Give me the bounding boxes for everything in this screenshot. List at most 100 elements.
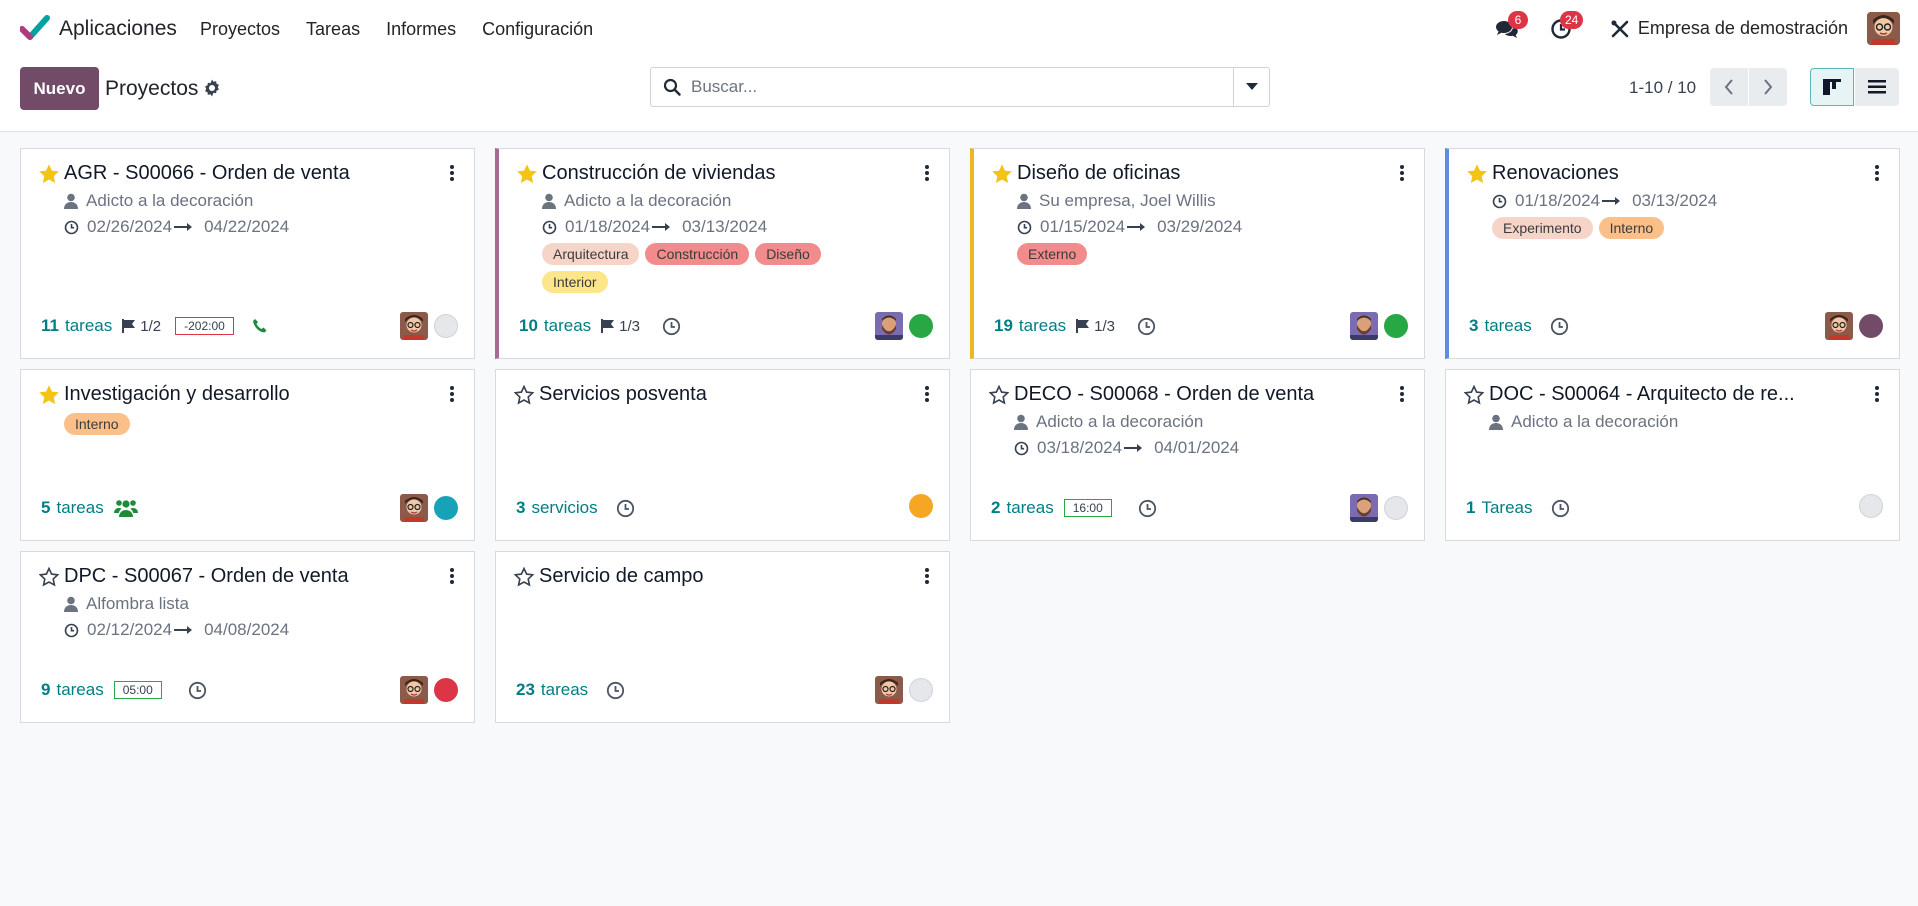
menu-item-proyectos[interactable]: Proyectos xyxy=(200,19,280,40)
favorite-star-icon[interactable] xyxy=(989,385,1009,405)
card-menu-icon[interactable] xyxy=(923,567,931,585)
milestone-progress[interactable]: 1/3 xyxy=(1076,318,1115,335)
card-menu-icon[interactable] xyxy=(923,385,931,403)
favorite-star-icon[interactable] xyxy=(1467,164,1487,184)
followers-group-icon[interactable] xyxy=(113,498,138,518)
card-menu-icon[interactable] xyxy=(1398,385,1406,403)
project-status-dot[interactable] xyxy=(434,314,458,338)
assignee-avatar[interactable] xyxy=(400,676,428,704)
project-title[interactable]: DECO - S00068 - Orden de venta xyxy=(1014,383,1314,406)
project-card[interactable]: Construcción de viviendas Adicto a la dec… xyxy=(495,148,950,359)
assignee-avatar[interactable] xyxy=(400,494,428,522)
card-menu-icon[interactable] xyxy=(1873,164,1881,182)
pager-value[interactable]: 1-10 / 10 xyxy=(1629,78,1696,98)
assignee-avatar[interactable] xyxy=(1350,494,1378,522)
project-status-dot[interactable] xyxy=(1384,314,1408,338)
project-card[interactable]: DECO - S00068 - Orden de venta Adicto a l… xyxy=(970,369,1425,541)
task-count[interactable]: 9 xyxy=(41,680,50,700)
menu-item-configuracion[interactable]: Configuración xyxy=(482,19,593,40)
card-menu-icon[interactable] xyxy=(1873,385,1881,403)
milestone-progress[interactable]: 1/2 xyxy=(122,318,161,335)
activity-clock-icon[interactable] xyxy=(662,317,681,336)
project-status-dot[interactable] xyxy=(909,678,933,702)
activity-clock-icon[interactable] xyxy=(1551,499,1570,518)
kanban-view-button[interactable] xyxy=(1810,68,1854,106)
task-count[interactable]: 3 xyxy=(516,498,525,518)
favorite-star-icon[interactable] xyxy=(517,164,537,184)
project-title[interactable]: Renovaciones xyxy=(1492,162,1619,185)
project-card[interactable]: DOC - S00064 - Arquitecto de re... Adicto… xyxy=(1445,369,1900,541)
task-count-label[interactable]: tareas xyxy=(56,680,103,700)
task-count[interactable]: 19 xyxy=(994,316,1013,336)
card-menu-icon[interactable] xyxy=(448,164,456,182)
favorite-star-icon[interactable] xyxy=(514,385,534,405)
task-count[interactable]: 10 xyxy=(519,316,538,336)
project-title[interactable]: DPC - S00067 - Orden de venta xyxy=(64,565,349,588)
task-count-label[interactable]: Tareas xyxy=(1481,498,1532,518)
project-title[interactable]: Construcción de viviendas xyxy=(542,162,775,185)
project-card[interactable]: Diseño de oficinas Su empresa, Joel Willi… xyxy=(970,148,1425,359)
project-status-dot[interactable] xyxy=(1859,314,1883,338)
project-title[interactable]: DOC - S00064 - Arquitecto de re... xyxy=(1489,383,1795,406)
project-card[interactable]: DPC - S00067 - Orden de venta Alfombra li… xyxy=(20,551,475,723)
project-status-dot[interactable] xyxy=(434,678,458,702)
project-status-dot[interactable] xyxy=(909,494,933,518)
phone-icon[interactable] xyxy=(252,318,268,334)
project-status-dot[interactable] xyxy=(1384,496,1408,520)
task-count-label[interactable]: servicios xyxy=(531,498,597,518)
task-count[interactable]: 3 xyxy=(1469,316,1478,336)
assignee-avatar[interactable] xyxy=(1350,312,1378,340)
project-title[interactable]: Investigación y desarrollo xyxy=(64,383,290,406)
project-status-dot[interactable] xyxy=(909,314,933,338)
project-title[interactable]: AGR - S00066 - Orden de venta xyxy=(64,162,350,185)
task-count[interactable]: 1 xyxy=(1466,498,1475,518)
menu-item-tareas[interactable]: Tareas xyxy=(306,19,360,40)
project-card[interactable]: Investigación y desarrollo Interno 5 tareas xyxy=(20,369,475,541)
project-card[interactable]: Servicios posventa 3 servicios xyxy=(495,369,950,541)
card-menu-icon[interactable] xyxy=(448,567,456,585)
card-menu-icon[interactable] xyxy=(1398,164,1406,182)
search-input[interactable] xyxy=(691,69,1216,105)
project-title[interactable]: Servicios posventa xyxy=(539,383,707,406)
activity-clock-icon[interactable] xyxy=(1137,317,1156,336)
activity-clock-icon[interactable] xyxy=(1550,317,1569,336)
new-project-button[interactable]: Nuevo xyxy=(20,67,99,110)
activities-button[interactable]: 24 xyxy=(1548,11,1584,42)
pager-previous-button[interactable] xyxy=(1710,68,1748,106)
app-name[interactable]: Aplicaciones xyxy=(59,17,177,41)
favorite-star-icon[interactable] xyxy=(39,385,59,405)
project-title[interactable]: Diseño de oficinas xyxy=(1017,162,1180,185)
project-status-dot[interactable] xyxy=(1859,494,1883,518)
pager-next-button[interactable] xyxy=(1749,68,1787,106)
user-avatar[interactable] xyxy=(1867,12,1900,45)
activity-clock-icon[interactable] xyxy=(616,499,635,518)
project-card[interactable]: AGR - S00066 - Orden de venta Adicto a la… xyxy=(20,148,475,359)
project-card[interactable]: Renovaciones 01/18/2024 03/13/2024 Experime… xyxy=(1445,148,1900,359)
task-count-label[interactable]: tareas xyxy=(1006,498,1053,518)
favorite-star-icon[interactable] xyxy=(1464,385,1484,405)
milestone-progress[interactable]: 1/3 xyxy=(601,318,640,335)
project-title[interactable]: Servicio de campo xyxy=(539,565,704,588)
task-count[interactable]: 23 xyxy=(516,680,535,700)
assignee-avatar[interactable] xyxy=(875,676,903,704)
task-count[interactable]: 2 xyxy=(991,498,1000,518)
debug-tools-button[interactable] xyxy=(1607,16,1633,42)
task-count-label[interactable]: tareas xyxy=(65,316,112,336)
task-count-label[interactable]: tareas xyxy=(544,316,591,336)
task-count[interactable]: 5 xyxy=(41,498,50,518)
task-count-label[interactable]: tareas xyxy=(541,680,588,700)
odoo-apps-logo-icon[interactable] xyxy=(20,15,50,41)
activity-clock-icon[interactable] xyxy=(188,681,207,700)
favorite-star-icon[interactable] xyxy=(39,567,59,587)
favorite-star-icon[interactable] xyxy=(514,567,534,587)
task-count-label[interactable]: tareas xyxy=(56,498,103,518)
task-count[interactable]: 11 xyxy=(41,316,59,336)
gear-icon[interactable] xyxy=(203,79,221,97)
assignee-avatar[interactable] xyxy=(875,312,903,340)
list-view-button[interactable] xyxy=(1855,68,1899,106)
activity-clock-icon[interactable] xyxy=(606,681,625,700)
task-count-label[interactable]: tareas xyxy=(1019,316,1066,336)
card-menu-icon[interactable] xyxy=(448,385,456,403)
project-card[interactable]: Servicio de campo 23 tareas xyxy=(495,551,950,723)
activity-clock-icon[interactable] xyxy=(1138,499,1157,518)
